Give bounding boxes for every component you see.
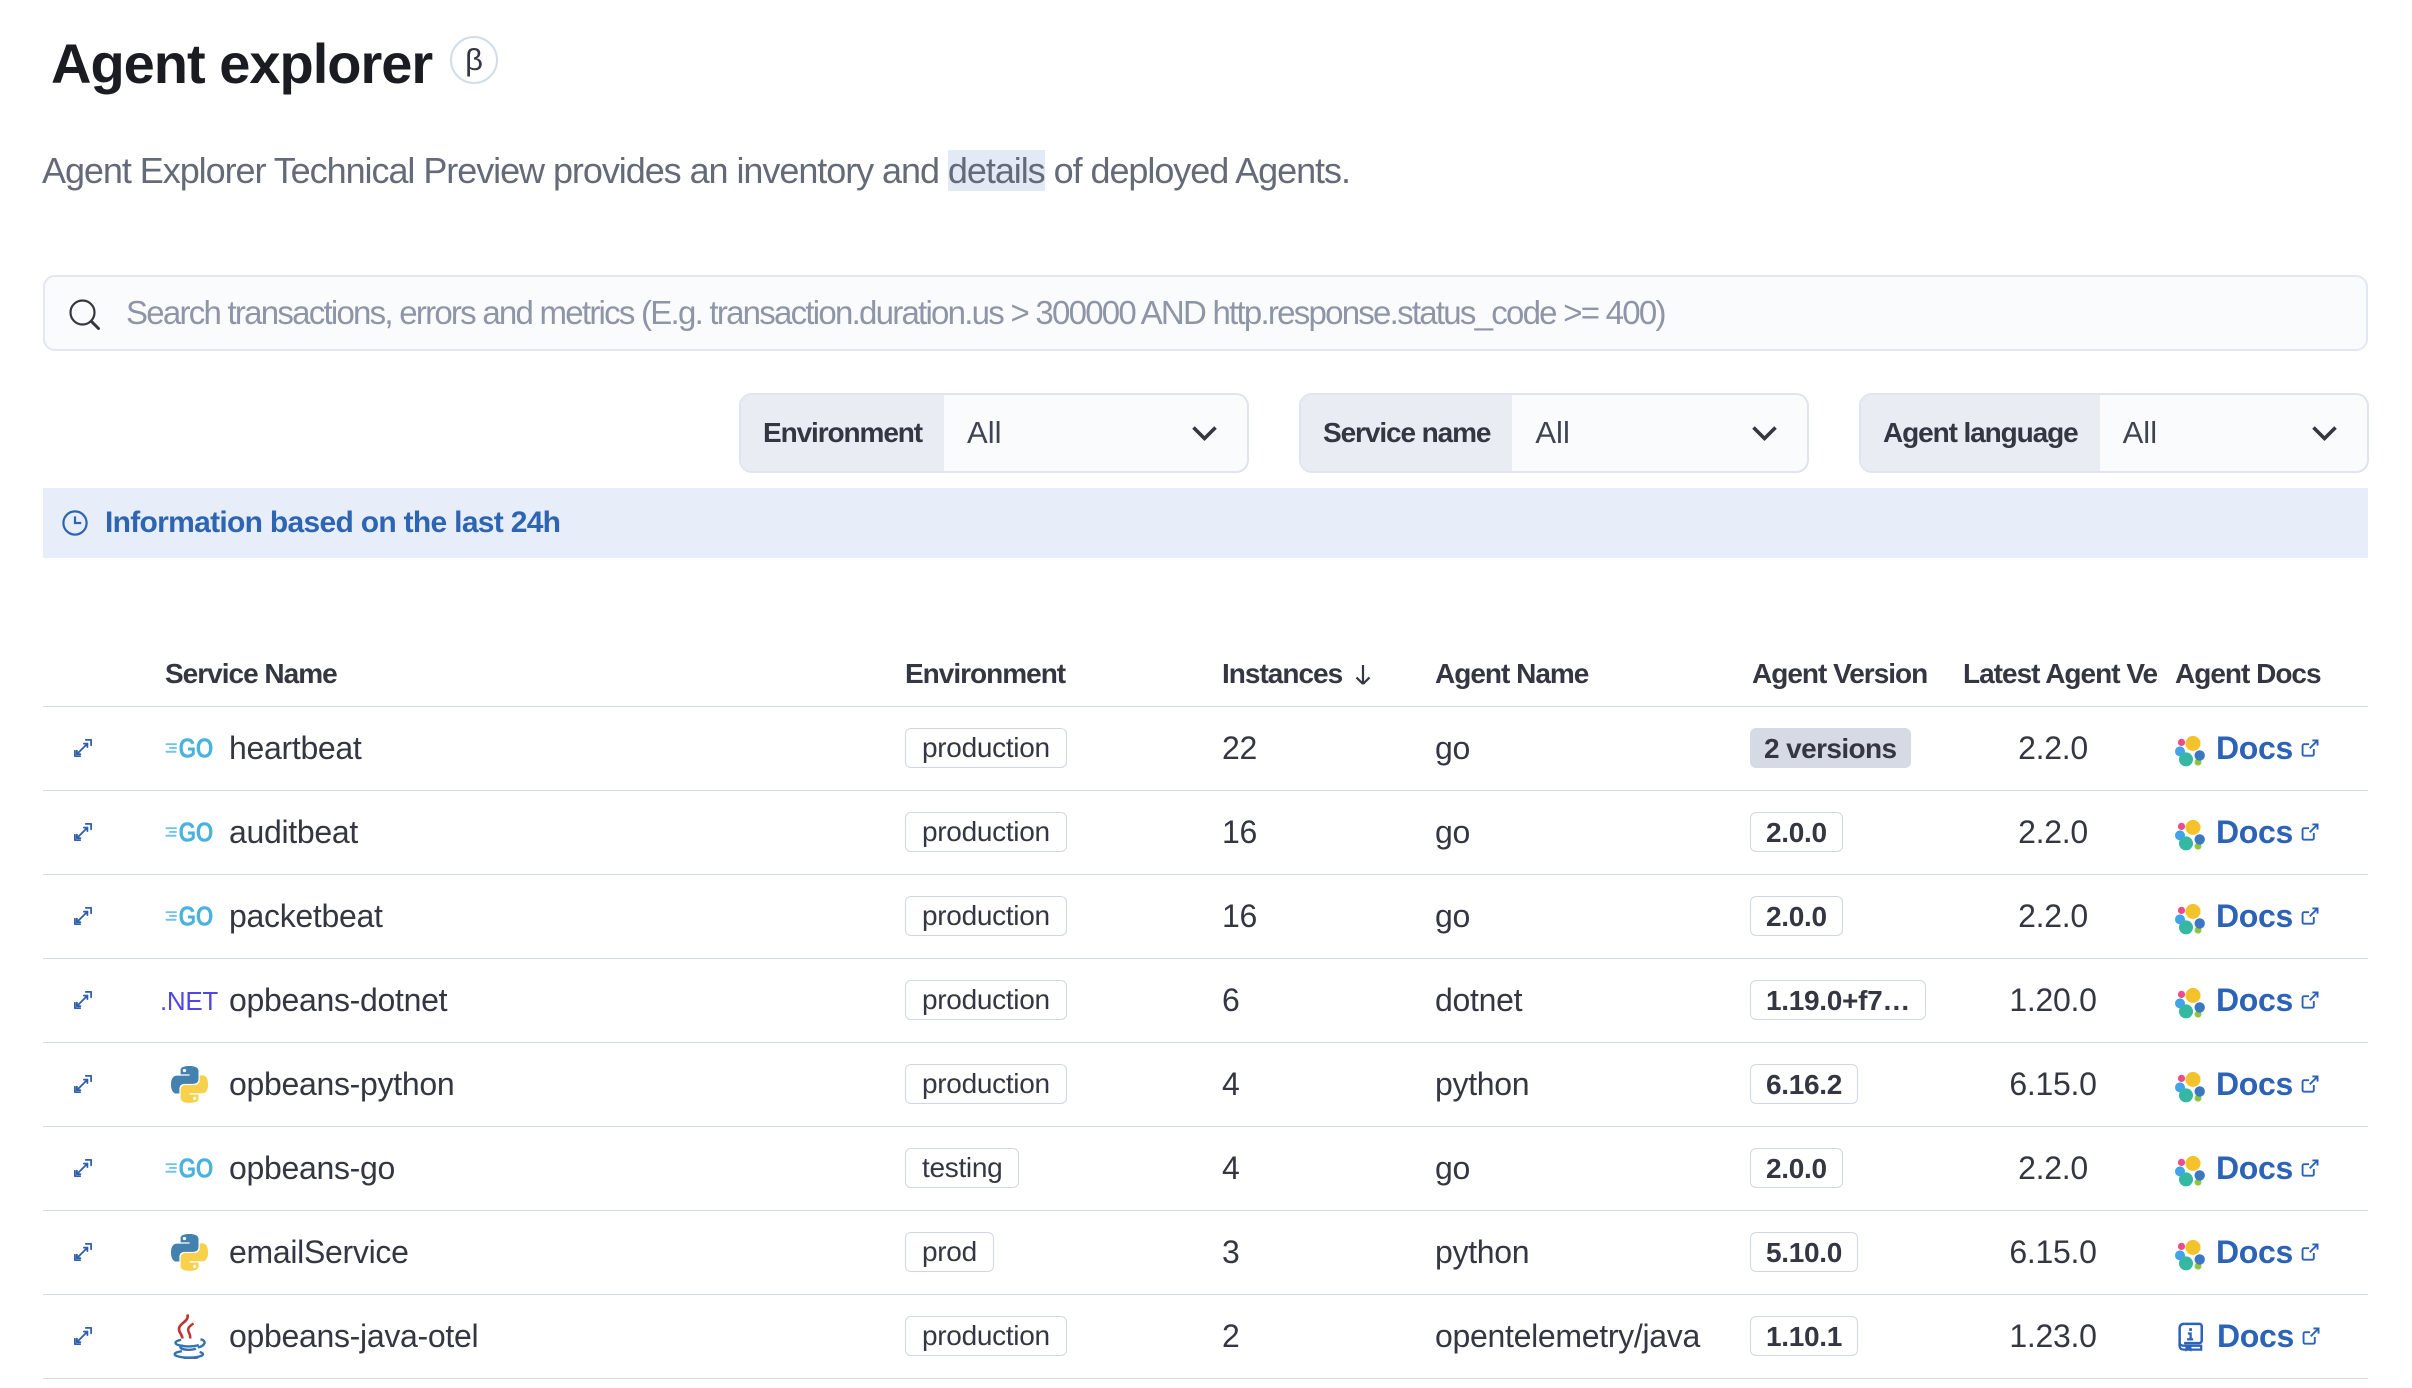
svg-text:GO: GO bbox=[179, 733, 214, 763]
svg-text:GO: GO bbox=[179, 901, 214, 931]
svg-text:GO: GO bbox=[179, 817, 214, 847]
svg-text:GO: GO bbox=[179, 1153, 214, 1183]
